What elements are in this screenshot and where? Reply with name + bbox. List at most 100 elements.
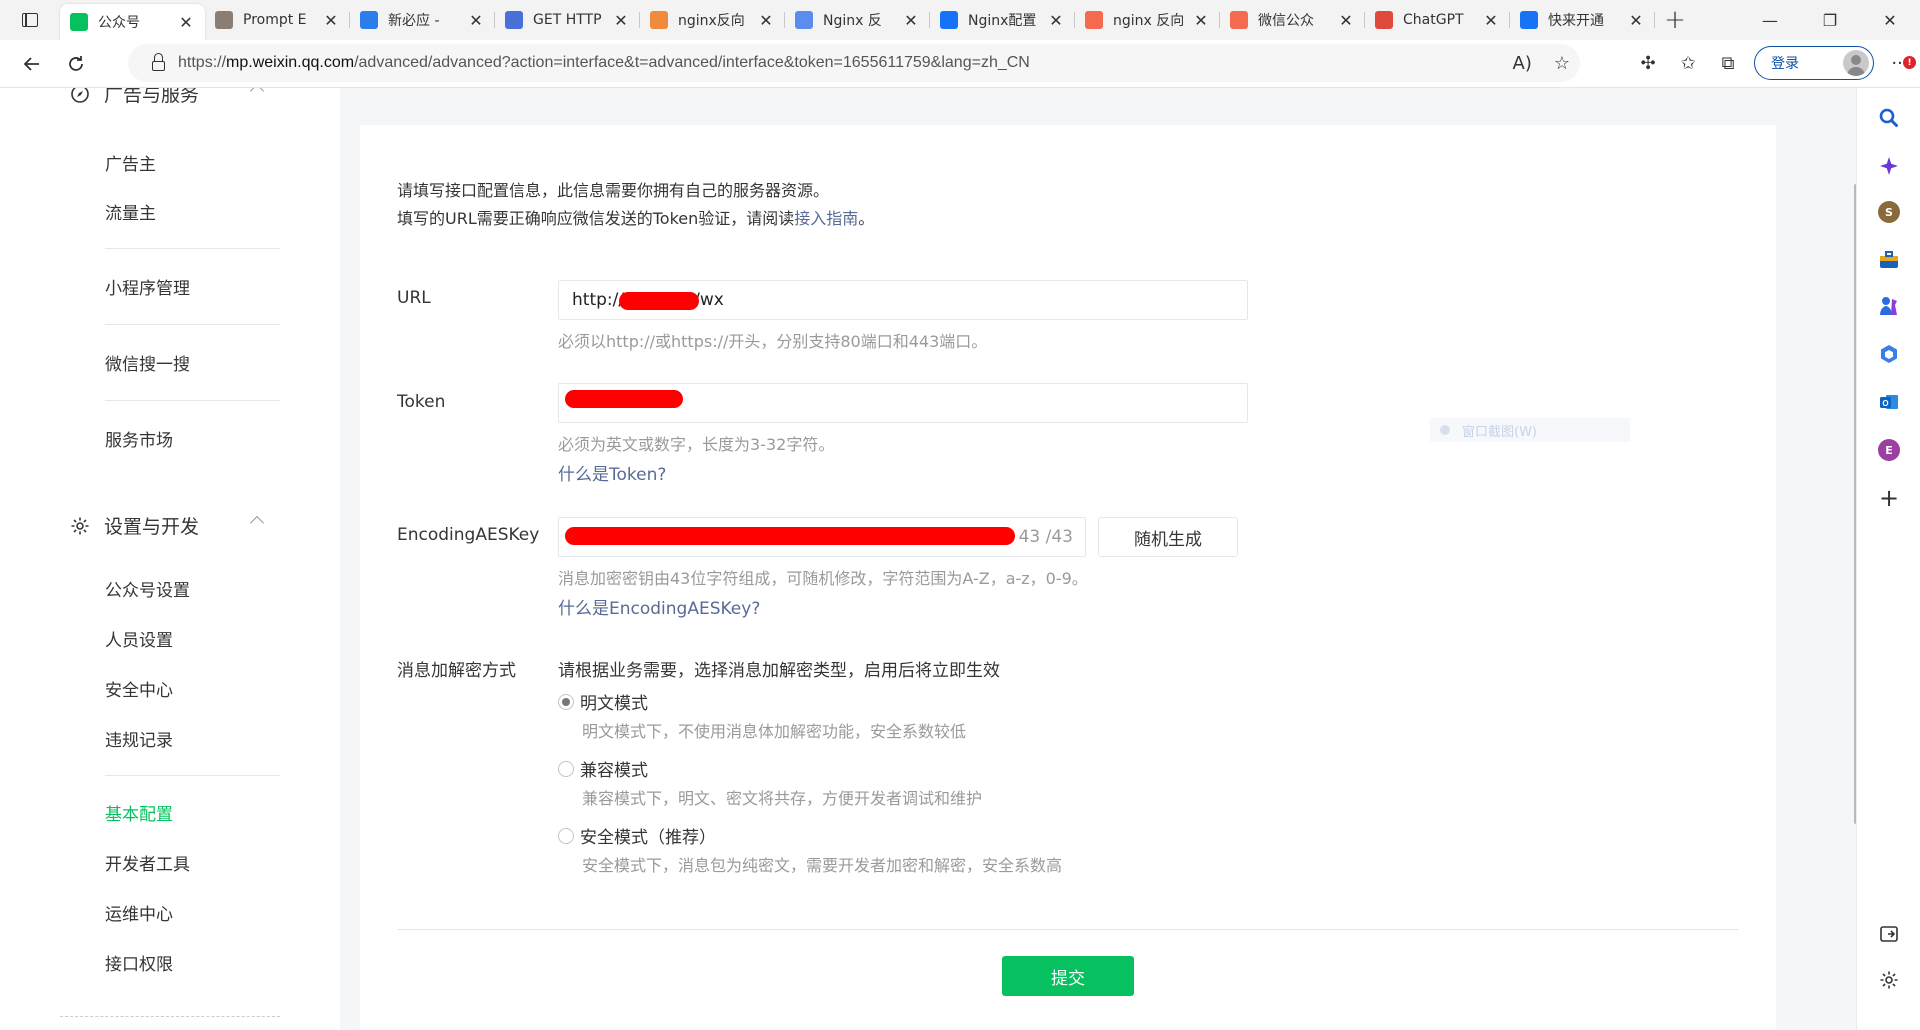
- sidebar-group-ads[interactable]: 广告与服务: [70, 88, 265, 107]
- search-icon[interactable]: [1877, 106, 1901, 130]
- tab-2[interactable]: 新必应 - ✕: [350, 0, 495, 40]
- login-button[interactable]: 登录: [1754, 46, 1874, 80]
- tab-3[interactable]: GET HTTP ✕: [495, 0, 640, 40]
- tab-9[interactable]: ChatGPT ✕: [1365, 0, 1510, 40]
- copilot-sparkle-icon[interactable]: [1877, 154, 1901, 178]
- zhihu-icon: [1520, 11, 1538, 29]
- add-favorite-icon[interactable]: ☆: [1554, 53, 1570, 74]
- settings-gear-icon[interactable]: [1877, 968, 1901, 992]
- close-icon[interactable]: ✕: [1482, 11, 1500, 30]
- back-button[interactable]: [12, 44, 52, 84]
- tab-label: Nginx 反: [823, 13, 882, 29]
- close-icon[interactable]: ✕: [1047, 11, 1065, 30]
- tab-8[interactable]: 微信公众 ✕: [1220, 0, 1365, 40]
- bolt-icon: [1375, 11, 1393, 29]
- submit-button[interactable]: 提交: [1002, 956, 1134, 996]
- token-help-link[interactable]: 什么是Token?: [558, 460, 666, 485]
- sidebar-item-advertiser[interactable]: 广告主: [105, 150, 156, 175]
- random-generate-button[interactable]: 随机生成: [1098, 517, 1238, 557]
- token-label: Token: [397, 392, 446, 412]
- tab-1[interactable]: Prompt E ✕: [205, 0, 350, 40]
- aes-key-input[interactable]: 43 /43: [558, 517, 1086, 557]
- tab-10[interactable]: 快来开通 ✕: [1510, 0, 1655, 40]
- add-icon[interactable]: +: [1877, 484, 1901, 512]
- mode-option-desc: 安全模式下，消息包为纯密文，需要开发者加密和解密，安全系数高: [582, 856, 1063, 875]
- tab-actions-button[interactable]: [0, 0, 60, 40]
- token-hint: 必须为英文或数字，长度为3-32字符。: [558, 435, 835, 454]
- tab-6[interactable]: Nginx配置 ✕: [930, 0, 1075, 40]
- close-icon[interactable]: ✕: [177, 13, 195, 32]
- tools-briefcase-icon[interactable]: [1877, 248, 1901, 272]
- refresh-icon: [69, 55, 83, 71]
- mode-option-secure[interactable]: 安全模式（推荐）: [558, 823, 716, 848]
- collections-icon[interactable]: ⧉: [1708, 44, 1748, 82]
- address-bar[interactable]: https://mp.weixin.qq.com/advanced/advanc…: [128, 44, 1580, 82]
- close-icon[interactable]: ✕: [612, 11, 630, 30]
- url-input[interactable]: http:///wx: [558, 280, 1248, 320]
- close-icon[interactable]: ✕: [902, 11, 920, 30]
- microsoft365-icon[interactable]: [1877, 342, 1901, 366]
- extensions-icon[interactable]: ✣: [1628, 44, 1668, 82]
- tab-5[interactable]: Nginx 反 ✕: [785, 0, 930, 40]
- close-icon[interactable]: ✕: [1337, 11, 1355, 30]
- address-bar-actions: A) ☆: [1513, 44, 1570, 82]
- sidebar-item-ops-center[interactable]: 运维中心: [105, 900, 173, 925]
- interface-config-card: 请填写接口配置信息，此信息需要你拥有自己的服务器资源。 填写的URL需要正确响应…: [360, 125, 1776, 1030]
- sidebar-divider: [105, 248, 280, 249]
- more-menu-button[interactable]: ···!: [1880, 44, 1920, 82]
- sidebar-item-member-settings[interactable]: 人员设置: [105, 626, 173, 651]
- sidebar-item-basic-config[interactable]: 基本配置: [105, 800, 173, 825]
- close-window-button[interactable]: ✕: [1860, 0, 1920, 40]
- sidebar-item-dev-tools[interactable]: 开发者工具: [105, 850, 190, 875]
- csdn-icon: [1085, 11, 1103, 29]
- sidebar-item-account-settings[interactable]: 公众号设置: [105, 576, 190, 601]
- page-content: 广告与服务 广告主 流量主 小程序管理 微信搜一搜 服务市场 设置与开发 公众号…: [0, 88, 1856, 1030]
- restore-button[interactable]: ❐: [1800, 0, 1860, 40]
- tab-0[interactable]: 公众号 ✕: [60, 4, 205, 40]
- hide-sidebar-icon[interactable]: [1877, 922, 1901, 946]
- profile-s-icon[interactable]: S: [1877, 200, 1901, 224]
- radio-icon[interactable]: [558, 760, 574, 777]
- profile-e-icon[interactable]: E: [1877, 438, 1901, 462]
- lock-icon[interactable]: [138, 53, 178, 71]
- aes-key-counter: 43 /43: [1018, 527, 1073, 547]
- sidebar-item-violations[interactable]: 违规记录: [105, 726, 173, 751]
- radio-icon[interactable]: [558, 827, 574, 844]
- aes-key-help-link[interactable]: 什么是EncodingAESKey?: [558, 594, 760, 619]
- outlook-icon[interactable]: O: [1877, 390, 1901, 414]
- close-icon[interactable]: ✕: [467, 11, 485, 30]
- sidebar-item-api-permissions[interactable]: 接口权限: [105, 950, 173, 975]
- url-hint: 必须以http://或https://开头，分别支持80端口和443端口。: [558, 332, 988, 351]
- bing-icon: [360, 11, 378, 29]
- close-icon[interactable]: ✕: [1627, 11, 1645, 30]
- tab-4[interactable]: nginx反向 ✕: [640, 0, 785, 40]
- toolbar-right: ✣ ✩ ⧉ 登录 ···!: [1628, 44, 1920, 82]
- radio-selected-icon[interactable]: [558, 693, 574, 710]
- read-aloud-icon[interactable]: A): [1513, 53, 1532, 74]
- url-text[interactable]: https://mp.weixin.qq.com/advanced/advanc…: [178, 54, 1030, 72]
- chevron-up-icon: [249, 515, 265, 531]
- sidebar-item-mini-program[interactable]: 小程序管理: [105, 274, 190, 299]
- refresh-button[interactable]: [56, 44, 96, 84]
- image-thumb-icon: [215, 11, 233, 29]
- token-input[interactable]: [558, 383, 1248, 423]
- sidebar-group-dev[interactable]: 设置与开发: [70, 512, 265, 539]
- sidebar-item-wechat-search[interactable]: 微信搜一搜: [105, 350, 190, 375]
- close-icon[interactable]: ✕: [322, 11, 340, 30]
- favorites-icon[interactable]: ✩: [1668, 44, 1708, 82]
- tab-label: 公众号: [98, 15, 140, 31]
- mode-option-compatible[interactable]: 兼容模式: [558, 756, 648, 781]
- sidebar-item-service-market[interactable]: 服务市场: [105, 426, 173, 451]
- svg-text:O: O: [1882, 399, 1888, 408]
- close-icon[interactable]: ✕: [757, 11, 775, 30]
- access-guide-link[interactable]: 接入指南: [794, 209, 858, 228]
- close-icon[interactable]: ✕: [1192, 11, 1210, 30]
- minimize-button[interactable]: —: [1740, 0, 1800, 40]
- tabs: 公众号 ✕ Prompt E ✕ 新必应 - ✕ GET HTTP ✕ nginx反向 ✕ Ngin…: [60, 0, 1655, 40]
- sidebar-item-publisher[interactable]: 流量主: [105, 199, 156, 224]
- games-chess-icon[interactable]: [1877, 294, 1901, 318]
- new-tab-button[interactable]: +: [1655, 0, 1695, 40]
- tab-7[interactable]: nginx 反向 ✕: [1075, 0, 1220, 40]
- mode-option-plaintext[interactable]: 明文模式: [558, 689, 648, 714]
- sidebar-item-security[interactable]: 安全中心: [105, 676, 173, 701]
